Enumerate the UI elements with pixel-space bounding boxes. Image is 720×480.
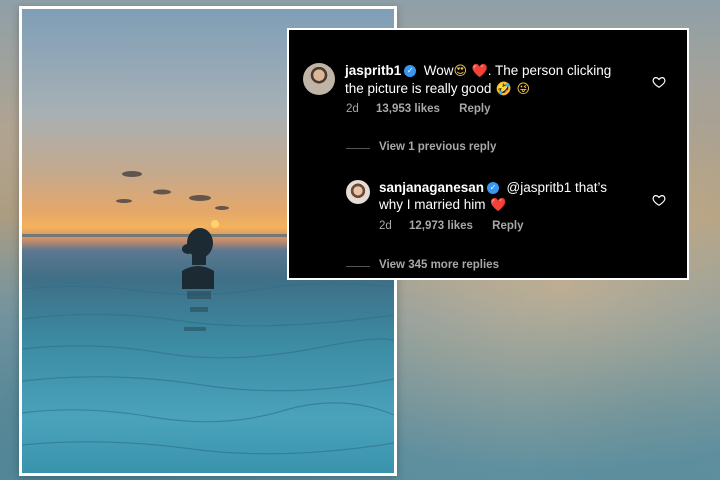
avatar[interactable] [303, 63, 335, 95]
view-more-replies-link[interactable]: View 345 more replies [379, 259, 499, 271]
comment-2-body: sanjanaganesan ✓ @jaspritb1 that’s why I … [379, 179, 659, 214]
reply-button[interactable]: Reply [459, 103, 490, 115]
comment-text: why I married him [379, 197, 486, 212]
red-heart-emoji-icon: ❤️ [471, 64, 488, 79]
comment-likes[interactable]: 12,973 likes [409, 220, 473, 232]
comment-1-meta: 2d 13,953 likes Reply [346, 103, 490, 115]
reply-button[interactable]: Reply [492, 220, 523, 232]
winking-tongue-emoji-icon: 😜 [516, 82, 530, 97]
comment-text: Wow [423, 63, 454, 78]
rofl-emoji-icon: 🤣 [495, 82, 512, 97]
comment-username[interactable]: jaspritb1 [345, 63, 401, 78]
comment-likes[interactable]: 13,953 likes [376, 103, 440, 115]
comment-time: 2d [379, 220, 392, 232]
comment-1-body: jaspritb1 ✓ Wow😍 ❤️. The person clicking … [345, 62, 645, 98]
comment-text: the picture is really good [345, 81, 492, 96]
comment-2-meta: 2d 12,973 likes Reply [379, 220, 523, 232]
heart-outline-icon[interactable] [652, 193, 666, 207]
heart-outline-icon[interactable] [652, 75, 666, 89]
avatar[interactable] [346, 180, 370, 204]
divider-line [346, 266, 370, 267]
view-previous-reply-link[interactable]: View 1 previous reply [379, 141, 496, 153]
comment-text: @jaspritb1 that’s [506, 180, 608, 195]
heart-eyes-emoji-icon: 😍 [453, 64, 468, 79]
verified-badge-icon: ✓ [487, 181, 500, 194]
comment-text: . The person clicking [487, 63, 612, 78]
comment-username[interactable]: sanjanaganesan [379, 180, 484, 195]
red-heart-emoji-icon: ❤️ [489, 198, 507, 213]
divider-line [346, 148, 370, 149]
instagram-comments-panel: jaspritb1 ✓ Wow😍 ❤️. The person clicking … [287, 28, 689, 280]
comment-time: 2d [346, 103, 359, 115]
verified-badge-icon: ✓ [404, 64, 417, 77]
